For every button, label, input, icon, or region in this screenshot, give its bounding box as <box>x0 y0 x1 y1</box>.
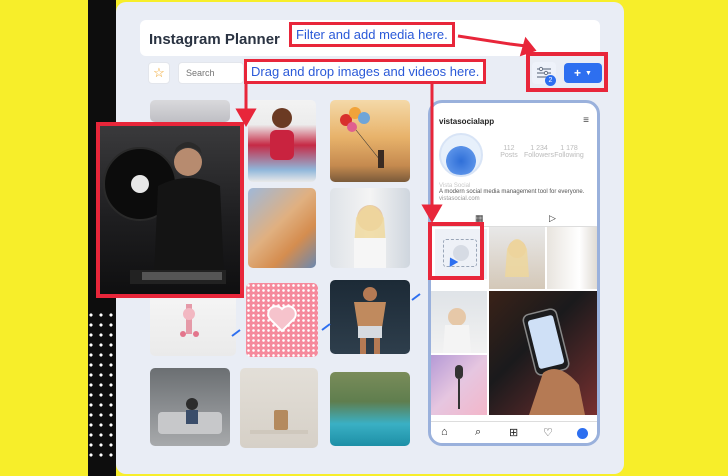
filter-annotation: Filter and add media here. <box>289 22 455 47</box>
drag-drop-annotation: Drag and drop images and videos here. <box>244 59 487 84</box>
